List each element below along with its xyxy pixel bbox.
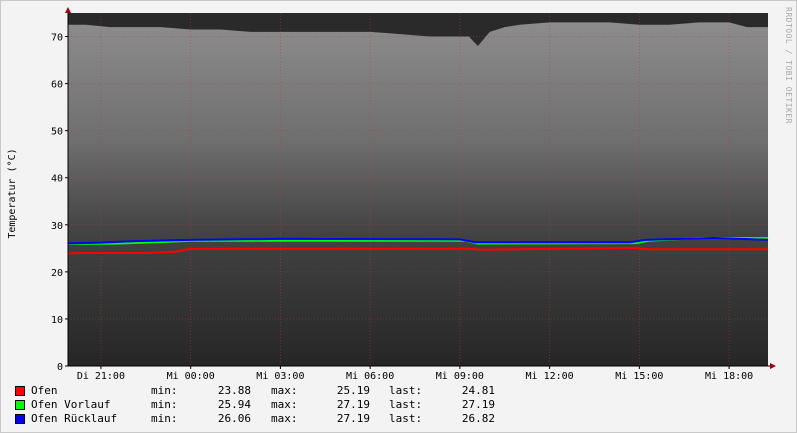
y-axis-arrow xyxy=(65,7,71,13)
x-tick-label: Mi 18:00 xyxy=(705,371,753,381)
x-tick-label: Mi 12:00 xyxy=(526,371,574,381)
legend-series-name: Ofen Rücklauf xyxy=(31,412,118,425)
legend-min-label: min: xyxy=(151,412,178,425)
y-tick-label: 30 xyxy=(51,221,63,232)
background-area xyxy=(68,22,768,367)
legend-min-value: 25.94 xyxy=(217,398,251,411)
temperature-chart: 0 10 20 30 40 50 60 70 Di 21:00 Mi 00:00 Mi 03:00 M… xyxy=(7,7,776,381)
legend-max-label: max: xyxy=(271,384,298,397)
legend-last-label: last: xyxy=(389,384,423,397)
legend-last-label: last: xyxy=(389,412,423,425)
y-tick-label: 50 xyxy=(51,127,63,138)
y-tick-label: 10 xyxy=(51,315,63,326)
legend-last-value: 26.82 xyxy=(461,412,495,425)
legend-last-label: last: xyxy=(389,398,423,411)
legend-max-value: 27.19 xyxy=(336,398,370,411)
legend-min-value: 26.06 xyxy=(217,412,251,425)
legend-max-label: max: xyxy=(271,398,298,411)
legend-swatch xyxy=(15,400,25,410)
y-tick-label: 0 xyxy=(57,362,63,373)
y-tick-label: 40 xyxy=(51,174,63,185)
legend-last-value: 24.81 xyxy=(461,384,495,397)
legend-max-value: 27.19 xyxy=(336,412,370,425)
y-tick-label: 60 xyxy=(51,80,63,91)
legend-min-value: 23.88 xyxy=(217,384,251,397)
legend-last-value: 27.19 xyxy=(461,398,495,411)
legend-swatch xyxy=(15,386,25,396)
watermark: RRDTOOL / TOBI OETIKER xyxy=(784,7,793,124)
y-tick-label: 20 xyxy=(51,268,63,279)
x-tick-label: Di 21:00 xyxy=(77,371,125,381)
legend-max-label: max: xyxy=(271,412,298,425)
graph-frame: 0 10 20 30 40 50 60 70 Di 21:00 Mi 00:00 Mi 03:00 M… xyxy=(0,0,797,433)
legend-min-label: min: xyxy=(151,398,178,411)
legend-min-label: min: xyxy=(151,384,178,397)
legend-max-value: 25.19 xyxy=(336,384,370,397)
legend-series-name: Ofen Vorlauf xyxy=(31,398,111,411)
x-tick-label: Mi 00:00 xyxy=(167,371,215,381)
x-axis-arrow xyxy=(770,363,776,369)
y-tick-label: 70 xyxy=(51,33,63,44)
x-tick-label: Mi 15:00 xyxy=(615,371,663,381)
x-tick-label: Mi 03:00 xyxy=(256,371,304,381)
legend-swatch xyxy=(15,414,25,424)
legend-series-name: Ofen xyxy=(31,384,58,397)
y-axis-label: Temperatur (°C) xyxy=(7,148,18,238)
x-tick-label: Mi 09:00 xyxy=(436,371,484,381)
x-tick-label: Mi 06:00 xyxy=(346,371,394,381)
